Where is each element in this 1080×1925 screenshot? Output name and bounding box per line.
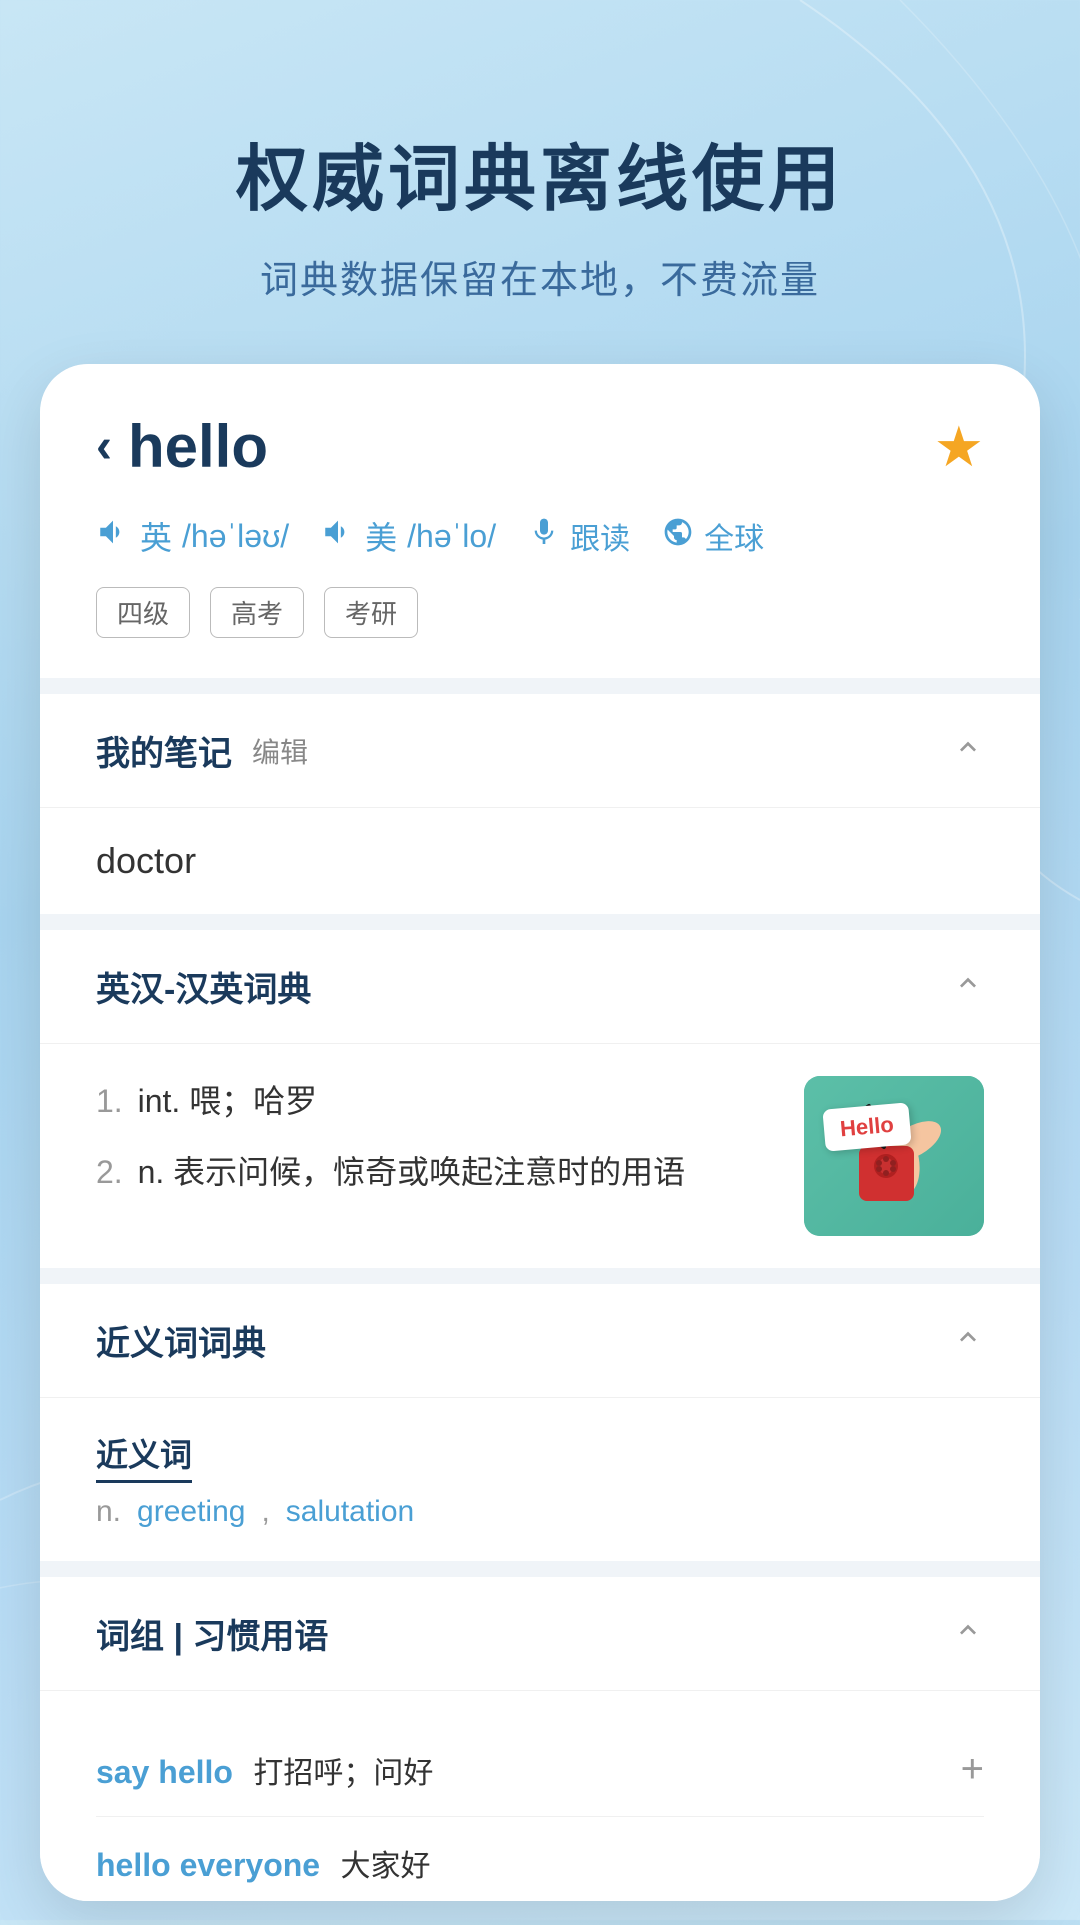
definitions-container: 1. int. 喂；哈罗 2. n. 表示问候，惊奇或唤起注意时的用语 Hell… <box>96 1076 984 1236</box>
global-icon <box>662 516 694 556</box>
follow-read-label: 跟读 <box>570 514 630 558</box>
phrase-item-1: say hello 打招呼；问好 + <box>96 1723 984 1817</box>
global-label: 全球 <box>704 514 764 558</box>
def-pos-1: int. <box>138 1083 181 1119</box>
hello-tag: Hello <box>822 1102 911 1151</box>
notes-content: doctor <box>40 808 1040 914</box>
phrase-item-2-content: hello everyone 大家好 <box>96 1841 431 1885</box>
dictionary-card: ‹ hello ★ 英 /həˈləʊ/ <box>40 364 1040 1901</box>
notes-section-header[interactable]: 我的笔记 编辑 <box>40 694 1040 808</box>
synonym-word-1[interactable]: greeting <box>137 1495 245 1529</box>
definition-1: 1. int. 喂；哈罗 <box>96 1076 774 1127</box>
headword: hello <box>128 412 268 481</box>
phrase-meaning-1: 打招呼；问好 <box>253 1757 433 1790</box>
synonym-row: n. greeting , salutation <box>96 1495 984 1529</box>
phrases-section-header[interactable]: 词组 | 习惯用语 <box>40 1577 1040 1691</box>
synonyms-section: 近义词词典 近义词 n. greeting , salutation <box>40 1284 1040 1561</box>
back-button[interactable]: ‹ <box>96 419 112 474</box>
synonyms-section-title: 近义词词典 <box>96 1316 266 1365</box>
dict-en-zh-section: 英汉-汉英词典 1. int. 喂；哈罗 2. n. <box>40 930 1040 1268</box>
phrase-word-2[interactable]: hello everyone <box>96 1847 320 1883</box>
definition-2: 2. n. 表示问候，惊奇或唤起注意时的用语 <box>96 1147 774 1198</box>
dict-section-title: 英汉-汉英词典 <box>96 962 311 1011</box>
uk-speaker-icon[interactable] <box>96 515 130 558</box>
uk-phonetic-text: /həˈləʊ/ <box>182 518 289 555</box>
main-title: 权威词典离线使用 <box>0 120 1080 225</box>
word-header: ‹ hello ★ 英 /həˈləʊ/ <box>40 364 1040 678</box>
def-text-1: 喂；哈罗 <box>189 1083 317 1119</box>
notes-section: 我的笔记 编辑 doctor <box>40 694 1040 914</box>
word-row: ‹ hello ★ <box>96 412 984 481</box>
def-num-2: 2. <box>96 1154 123 1190</box>
sub-title: 词典数据保留在本地，不费流量 <box>0 249 1080 304</box>
uk-label: 英 <box>140 513 172 559</box>
global-button[interactable]: 全球 <box>662 514 764 558</box>
notes-title-row: 我的笔记 编辑 <box>96 726 308 775</box>
tag-postgrad: 考研 <box>324 587 418 638</box>
notes-section-title: 我的笔记 <box>96 726 232 775</box>
exam-tags: 四级 高考 考研 <box>96 587 984 638</box>
note-text: doctor <box>96 840 196 881</box>
synonym-label: 近义词 <box>96 1430 192 1483</box>
phrase-word-1[interactable]: say hello <box>96 1754 233 1790</box>
definitions-text: 1. int. 喂；哈罗 2. n. 表示问候，惊奇或唤起注意时的用语 <box>96 1076 774 1218</box>
header-section: 权威词典离线使用 词典数据保留在本地，不费流量 <box>0 0 1080 364</box>
us-label: 美 <box>365 513 397 559</box>
synonym-comma: , <box>261 1495 269 1529</box>
synonyms-chevron <box>952 1321 984 1360</box>
synonym-word-2[interactable]: salutation <box>286 1495 414 1529</box>
phrases-content: say hello 打招呼；问好 + hello everyone 大家好 <box>40 1691 1040 1901</box>
favorite-star[interactable]: ★ <box>934 414 984 480</box>
hello-illustration: Hello <box>804 1076 984 1236</box>
tag-gaokao: 高考 <box>210 587 304 638</box>
synonyms-section-header[interactable]: 近义词词典 <box>40 1284 1040 1398</box>
add-phrase-1-button[interactable]: + <box>961 1747 984 1792</box>
dict-content: 1. int. 喂；哈罗 2. n. 表示问候，惊奇或唤起注意时的用语 Hell… <box>40 1044 1040 1268</box>
phrases-chevron <box>952 1614 984 1653</box>
dict-chevron <box>952 967 984 1006</box>
dict-section-header[interactable]: 英汉-汉英词典 <box>40 930 1040 1044</box>
phrase-meaning-2: 大家好 <box>341 1850 431 1883</box>
us-speaker-icon[interactable] <box>321 515 355 558</box>
uk-phonetic: 英 /həˈləʊ/ <box>96 513 289 559</box>
notes-chevron <box>952 731 984 770</box>
us-phonetic: 美 /həˈlo/ <box>321 513 496 559</box>
def-text-2: 表示问候，惊奇或唤起注意时的用语 <box>173 1154 685 1190</box>
word-left: ‹ hello <box>96 412 268 481</box>
def-num-1: 1. <box>96 1083 123 1119</box>
notes-edit-button[interactable]: 编辑 <box>252 731 308 771</box>
mic-icon <box>528 516 560 556</box>
def-pos-2: n. <box>138 1154 165 1190</box>
phrase-item-1-content: say hello 打招呼；问好 <box>96 1748 433 1792</box>
phrases-section-title: 词组 | 习惯用语 <box>96 1609 328 1658</box>
phrase-item-2: hello everyone 大家好 <box>96 1817 984 1901</box>
phonetics-row: 英 /həˈləʊ/ 美 /həˈlo/ <box>96 513 984 559</box>
follow-read-button[interactable]: 跟读 <box>528 514 630 558</box>
phrases-section: 词组 | 习惯用语 say hello 打招呼；问好 + hello every… <box>40 1577 1040 1901</box>
synonym-pos: n. <box>96 1495 121 1529</box>
synonyms-content: 近义词 n. greeting , salutation <box>40 1398 1040 1561</box>
tag-cet4: 四级 <box>96 587 190 638</box>
us-phonetic-text: /həˈlo/ <box>407 518 496 555</box>
